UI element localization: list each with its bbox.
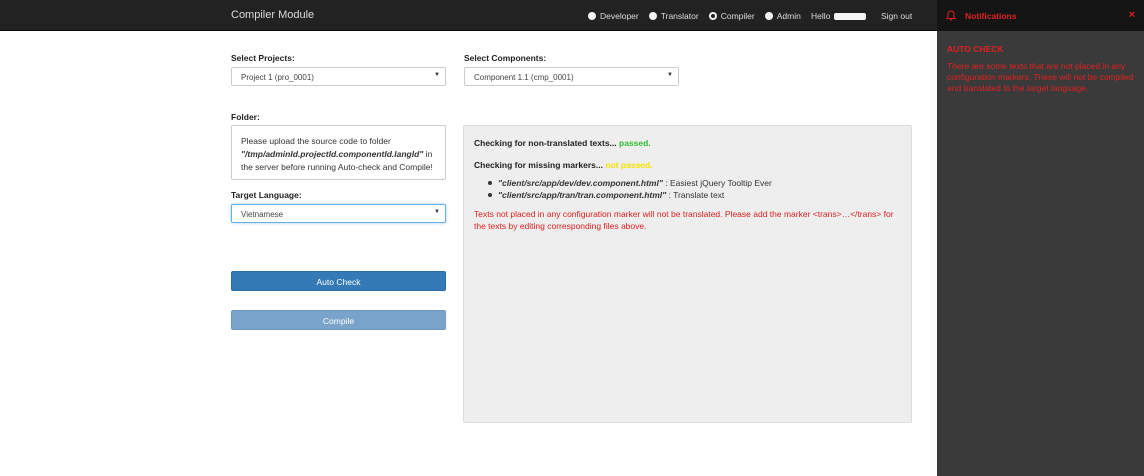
auto-check-button[interactable]: Auto Check [231, 271, 446, 291]
error-message: Texts not placed in any configuration ma… [474, 209, 894, 231]
radio-compiler[interactable] [708, 12, 717, 20]
projects-value: Project 1 (pro_0001) [241, 73, 314, 82]
notifications-sidebar: Notifications × AUTO CHECK There are som… [937, 0, 1144, 476]
notifications-title: Notifications [965, 11, 1017, 21]
radio-admin[interactable] [764, 12, 773, 20]
notifications-header: Notifications × [937, 0, 1144, 31]
target-language-select[interactable]: Vietnamese ▼ [231, 204, 446, 223]
target-language-value: Vietnamese [241, 210, 284, 219]
folder-path: "/tmp/adminId.projectId.componentId.lang… [241, 149, 424, 159]
role-label: Admin [776, 11, 801, 21]
redacted-username [834, 12, 867, 20]
sign-out-link[interactable]: Sign out [881, 11, 912, 21]
projects-label: Select Projects: [231, 53, 295, 63]
file-text: : Easiest jQuery Tooltip Ever [662, 178, 772, 188]
file-path: "client/src/app/tran/tran.component.html… [498, 190, 667, 200]
folder-label: Folder: [231, 112, 260, 122]
role-developer[interactable]: Developer [588, 11, 639, 21]
role-label: Translator [660, 11, 699, 21]
role-compiler[interactable]: Compiler [708, 11, 755, 21]
radio-developer[interactable] [588, 12, 596, 20]
chevron-down-icon: ▼ [667, 72, 673, 78]
role-label: Compiler [720, 11, 755, 21]
check-results-panel: Checking for non-translated texts... pas… [463, 125, 912, 423]
radio-translator[interactable] [648, 12, 657, 20]
role-translator[interactable]: Translator [648, 11, 699, 21]
file-text: : Translate text [666, 190, 725, 200]
chevron-down-icon: ▼ [434, 72, 440, 78]
folder-text-1: Please upload the source code to folder [241, 136, 391, 146]
list-item: "client/src/app/tran/tran.component.html… [488, 189, 772, 201]
check1-label: Checking for non-translated texts... [474, 138, 617, 148]
components-select[interactable]: Component 1.1 (cmp_0001) ▼ [464, 67, 679, 86]
chevron-down-icon: ▼ [434, 209, 440, 215]
role-admin[interactable]: Admin [764, 11, 801, 21]
check-non-translated: Checking for non-translated texts... pas… [474, 138, 651, 148]
list-item: "client/src/app/dev/dev.component.html" … [488, 177, 772, 189]
notification-message: There are some texts that are not placed… [947, 61, 1134, 93]
role-selector: Developer Translator Compiler Admin [588, 11, 811, 21]
file-path: "client/src/app/dev/dev.component.html" [498, 178, 663, 188]
components-value: Component 1.1 (cmp_0001) [474, 73, 574, 82]
check1-status: passed. [619, 138, 651, 148]
role-label: Developer [600, 11, 639, 21]
projects-select[interactable]: Project 1 (pro_0001) ▼ [231, 67, 446, 86]
components-label: Select Components: [464, 53, 547, 63]
missing-marker-list: "client/src/app/dev/dev.component.html" … [488, 177, 772, 201]
app-brand[interactable]: Compiler Module [231, 9, 314, 21]
check2-label: Checking for missing markers... [474, 160, 603, 170]
user-greeting: Hello [811, 11, 867, 21]
target-language-label: Target Language: [231, 190, 302, 200]
notification-subtitle: AUTO CHECK [947, 44, 1004, 54]
greeting-text: Hello [811, 11, 831, 21]
folder-info-box: Please upload the source code to folder … [231, 125, 446, 180]
top-navbar: Compiler Module Developer Translator Com… [0, 0, 937, 31]
check2-status: not passed. [605, 160, 653, 170]
compile-button[interactable]: Compile [231, 310, 446, 330]
close-icon[interactable]: × [1129, 9, 1135, 21]
bell-icon [946, 10, 956, 21]
check-missing-markers: Checking for missing markers... not pass… [474, 160, 653, 170]
